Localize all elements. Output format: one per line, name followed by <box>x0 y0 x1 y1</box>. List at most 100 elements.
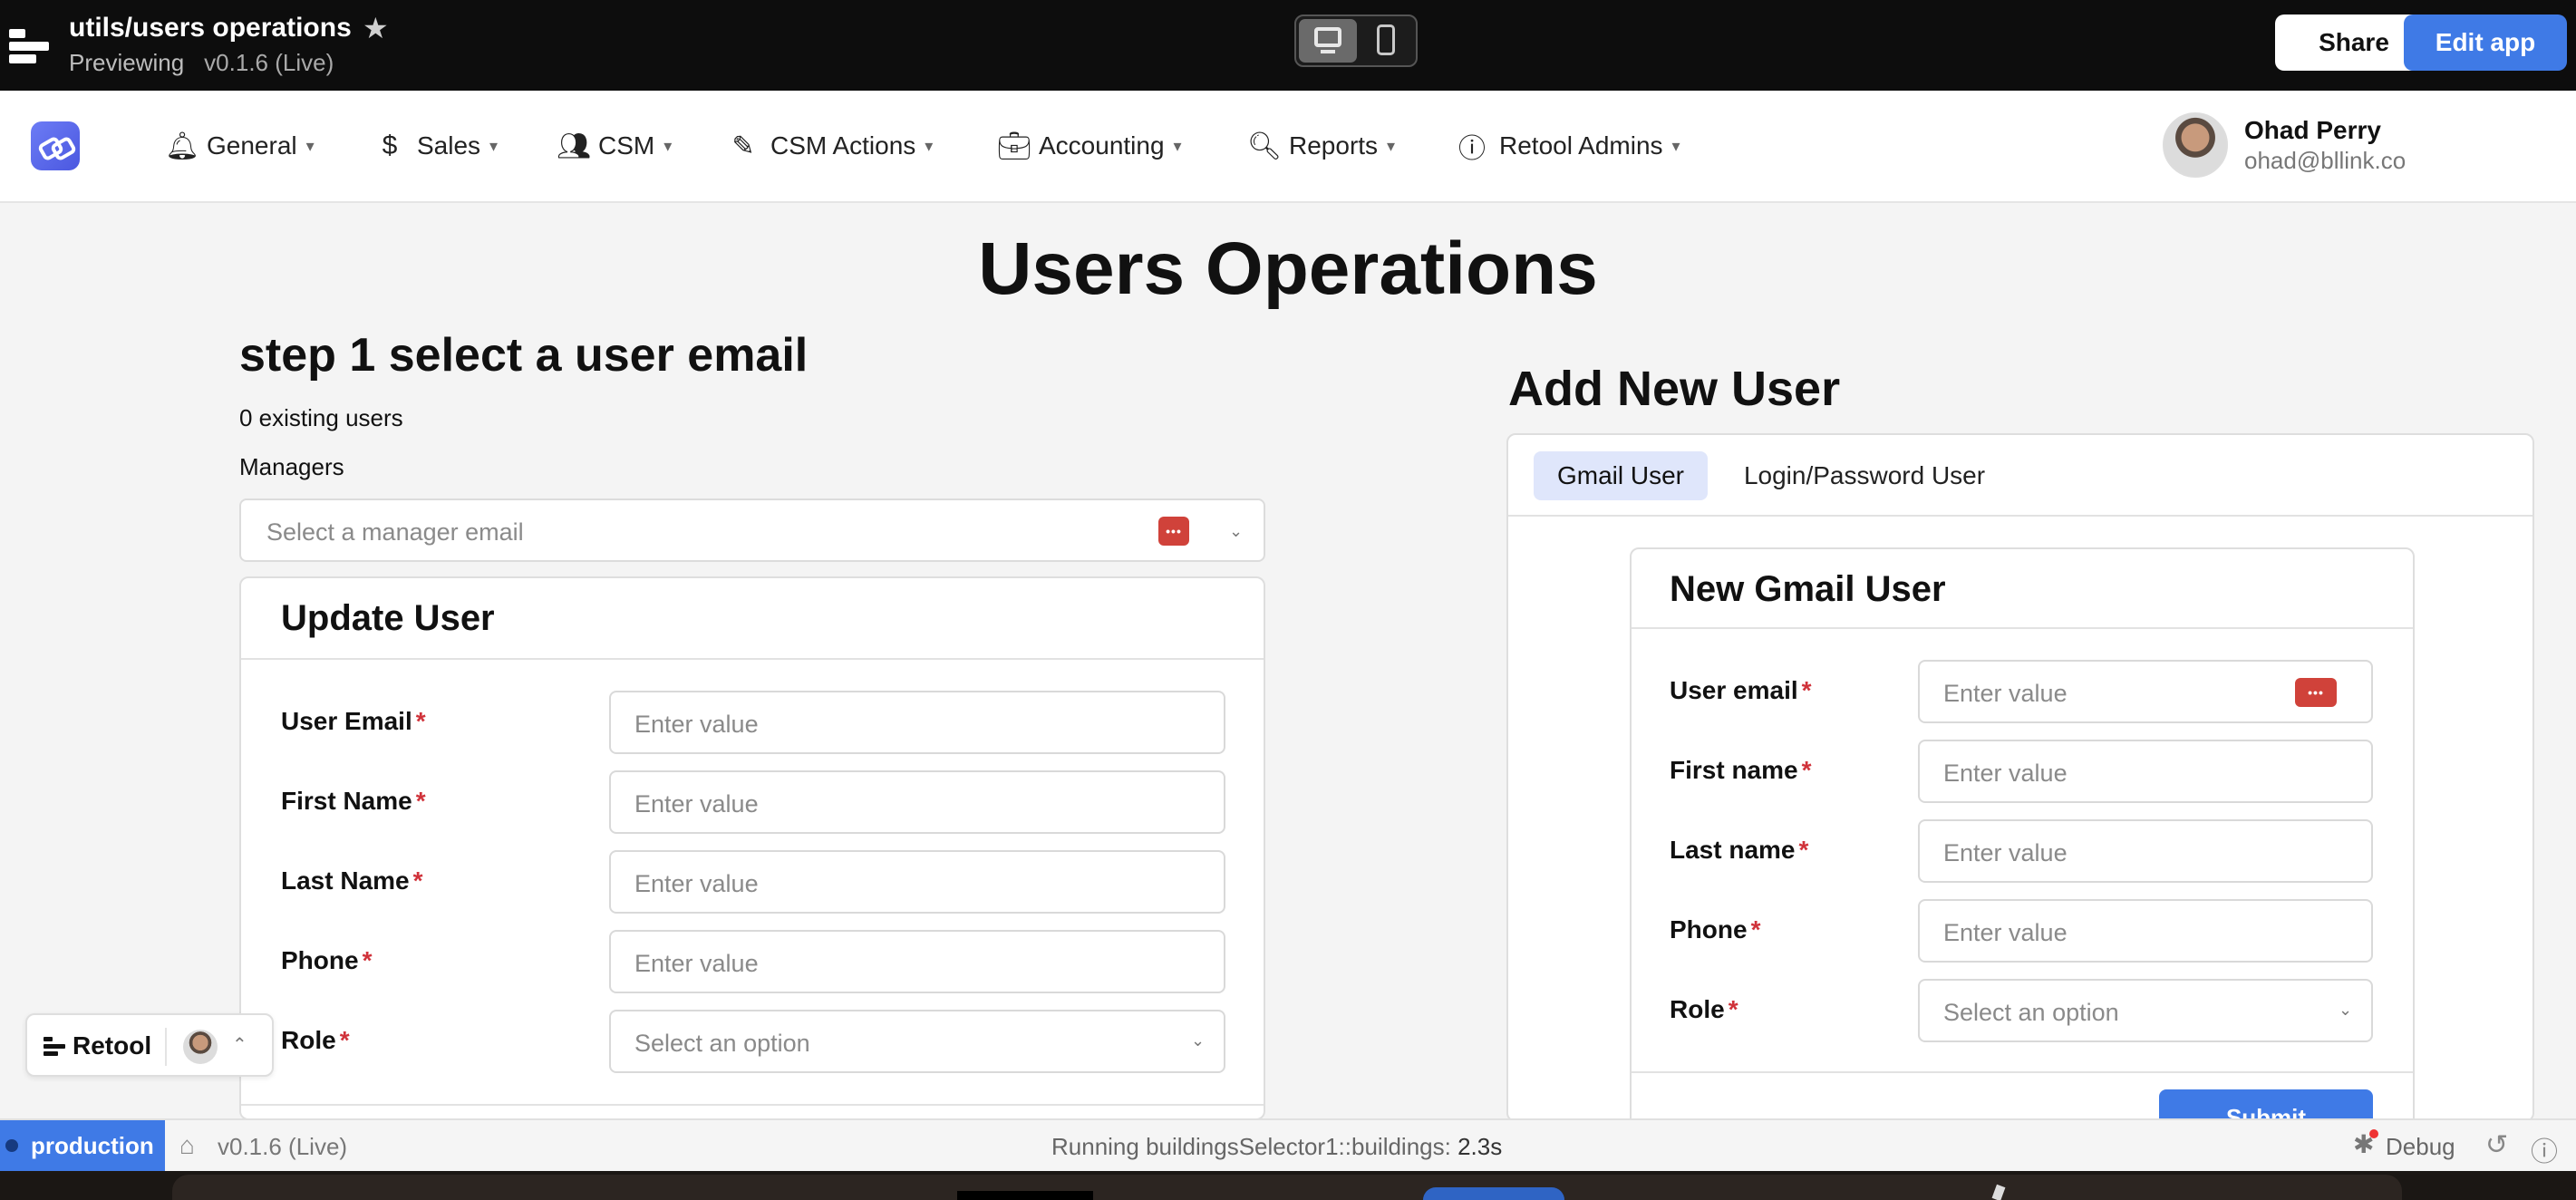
gmail-role-select[interactable]: Select an option ⌄ <box>1918 979 2373 1042</box>
chevron-down-icon: ▾ <box>1387 136 1396 155</box>
preview-status: Previewing v0.1.6 (Live) <box>69 49 334 77</box>
add-user-title: Add New User <box>1508 362 1841 416</box>
add-user-tabs-panel: Gmail User Login/Password User New Gmail… <box>1506 433 2534 1127</box>
edit-app-button[interactable]: Edit app <box>2404 15 2567 71</box>
retool-logo-icon <box>44 1037 65 1057</box>
nav-item-label: CSM <box>598 131 655 160</box>
nav-item-retool-admins[interactable]: ⓘ Retool Admins ▾ <box>1457 125 1680 167</box>
field-label-first-name: First name * <box>1670 756 1812 785</box>
dock-app-icon[interactable] <box>957 1191 1093 1200</box>
nav-item-accounting[interactable]: 💼︎ Accounting ▾ <box>997 125 1182 167</box>
update-user-card: Update User User Email * Enter value Firs… <box>239 576 1265 1120</box>
os-dock <box>0 1171 2576 1200</box>
pencil-icon: ✎ <box>731 131 755 161</box>
first-name-input[interactable]: Enter value <box>609 770 1225 834</box>
desktop-view-button[interactable] <box>1299 19 1357 63</box>
select-placeholder: Select a manager email <box>266 518 524 546</box>
field-label-phone: Phone * <box>1670 915 1760 944</box>
select-placeholder: Select an option <box>1943 999 2119 1026</box>
debug-button[interactable]: Debug <box>2386 1133 2455 1161</box>
managers-label: Managers <box>239 453 344 480</box>
gmail-phone-input[interactable]: Enter value <box>1918 899 2373 963</box>
nav-item-csm-actions[interactable]: ✎ CSM Actions ▾ <box>729 125 933 167</box>
card-divider <box>1632 627 2413 629</box>
label-text: Role <box>281 1026 336 1054</box>
dock-app-icon[interactable] <box>1423 1187 1564 1200</box>
monitor-stand <box>1321 50 1335 53</box>
report-search-icon: 🔍︎ <box>1247 131 1283 161</box>
app-title: utils/users operations <box>69 13 352 43</box>
chevron-down-icon: ▾ <box>305 136 315 155</box>
running-label: Running buildingsSelector1::buildings: <box>1051 1133 1451 1160</box>
running-query-status: Running buildingsSelector1::buildings: 2… <box>1051 1133 1502 1161</box>
retool-badge[interactable]: Retool ⌃ <box>25 1013 274 1077</box>
debug-alert-dot <box>2369 1129 2378 1138</box>
input-placeholder: Enter value <box>1943 839 2068 866</box>
bell-icon: 🔔︎ <box>165 131 200 161</box>
manager-email-select[interactable]: Select a manager email ••• ⌄ <box>239 498 1265 562</box>
existing-users-count: 0 existing users <box>239 404 403 431</box>
nav-item-label: General <box>207 131 297 160</box>
app-topbar: utils/users operations ★ Previewing v0.1.… <box>0 0 2576 91</box>
chevron-down-icon: ▾ <box>663 136 673 155</box>
status-dot-icon <box>5 1139 18 1152</box>
gmail-first-name-input[interactable]: Enter value <box>1918 740 2373 803</box>
role-select[interactable]: Select an option ⌄ <box>609 1010 1225 1073</box>
input-placeholder: Enter value <box>634 790 759 818</box>
nav-item-general[interactable]: 🔔︎ General ▾ <box>165 125 315 167</box>
user-email: ohad@bllink.co <box>2244 147 2407 174</box>
tab-login-password-user[interactable]: Login/Password User <box>1724 451 2005 500</box>
label-text: First name <box>1670 756 1798 784</box>
avatar[interactable] <box>2163 112 2228 178</box>
history-icon[interactable]: ↺ <box>2485 1129 2508 1161</box>
tab-gmail-user[interactable]: Gmail User <box>1534 451 1708 500</box>
phone-input[interactable]: Enter value <box>609 930 1225 993</box>
gmail-user-email-input[interactable]: Enter value ••• <box>1918 660 2373 723</box>
input-placeholder: Enter value <box>1943 919 2068 946</box>
nav-item-label: CSM Actions <box>770 131 916 160</box>
star-icon[interactable]: ★ <box>363 11 389 45</box>
navbar: 🔔︎ General ▾ $ Sales ▾ 👥︎ CSM ▾ ✎ CSM Ac… <box>0 91 2576 203</box>
apps-menu-icon[interactable] <box>9 25 49 65</box>
nav-item-csm[interactable]: 👥︎ CSM ▾ <box>557 125 672 167</box>
card-divider <box>1632 1071 2413 1073</box>
tabs-divider <box>1508 515 2532 517</box>
user-email-input[interactable]: Enter value <box>609 691 1225 754</box>
avatar <box>183 1030 218 1064</box>
chevron-down-icon: ▾ <box>1173 136 1182 155</box>
required-marker: * <box>1801 756 1812 784</box>
password-manager-icon[interactable]: ••• <box>1158 517 1189 546</box>
field-label-last-name: Last name * <box>1670 836 1808 865</box>
required-marker: * <box>1750 915 1761 944</box>
label-text: Phone <box>281 946 359 974</box>
required-marker: * <box>339 1026 350 1054</box>
preview-version: v0.1.6 (Live) <box>204 49 334 76</box>
label-text: Phone <box>1670 915 1748 944</box>
field-label-phone: Phone * <box>281 946 372 975</box>
chevron-down-icon: ▾ <box>489 136 499 155</box>
input-placeholder: Enter value <box>634 870 759 897</box>
mobile-view-button[interactable] <box>1357 19 1415 63</box>
briefcase-icon: 💼︎ <box>997 131 1032 161</box>
nav-item-label: Retool Admins <box>1499 131 1663 160</box>
chevron-down-icon: ▾ <box>1671 136 1680 155</box>
new-gmail-user-card: New Gmail User User email * Enter value •… <box>1630 547 2415 1127</box>
environment-badge[interactable]: production <box>0 1120 165 1171</box>
status-bar: production ⌂ v0.1.6 (Live) Running build… <box>0 1118 2576 1171</box>
card-title: Update User <box>281 598 495 638</box>
gmail-last-name-input[interactable]: Enter value <box>1918 819 2373 883</box>
status-version: v0.1.6 (Live) <box>218 1133 348 1160</box>
help-icon[interactable]: ⓘ <box>2531 1129 2558 1169</box>
last-name-input[interactable]: Enter value <box>609 850 1225 914</box>
brand-logo[interactable] <box>31 121 80 170</box>
card-title: New Gmail User <box>1670 569 1946 609</box>
chevron-up-icon[interactable]: ⌃ <box>232 1033 247 1056</box>
password-manager-icon[interactable]: ••• <box>2295 678 2337 707</box>
nav-item-reports[interactable]: 🔍︎ Reports ▾ <box>1247 125 1395 167</box>
select-placeholder: Select an option <box>634 1030 810 1057</box>
dollar-icon: $ <box>382 131 398 160</box>
user-name: Ohad Perry <box>2244 116 2381 144</box>
required-marker: * <box>1798 836 1809 864</box>
people-icon: 👥︎ <box>557 131 592 161</box>
nav-item-sales[interactable]: $ Sales ▾ <box>375 125 498 167</box>
